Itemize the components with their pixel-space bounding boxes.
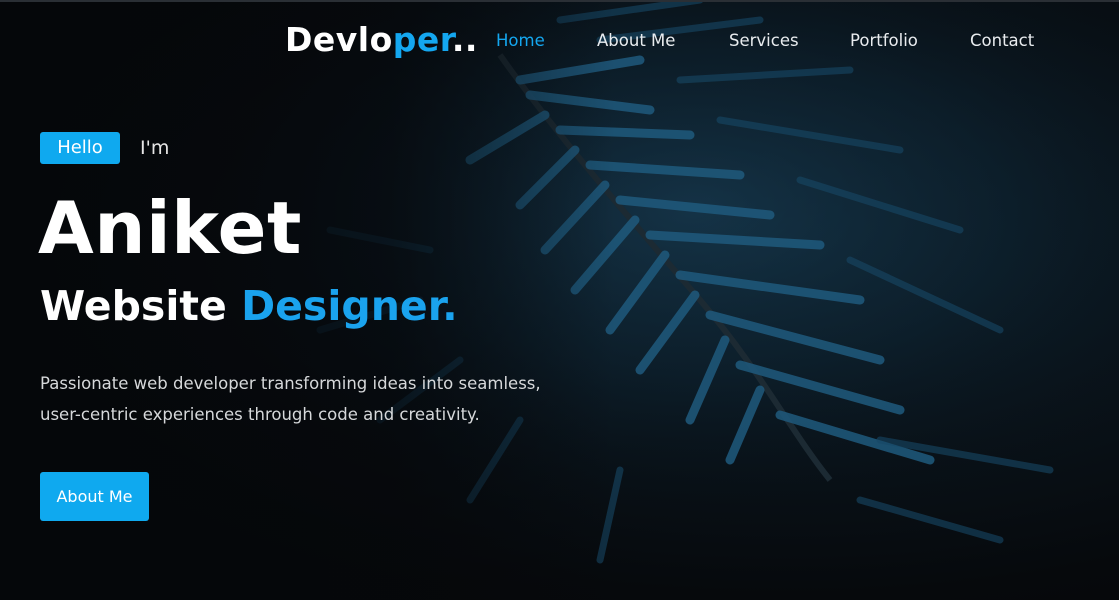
logo-text-accent: per	[392, 20, 452, 59]
nav-item-services[interactable]: Services	[729, 30, 850, 52]
nav-item-contact[interactable]: Contact	[970, 30, 1034, 52]
main-navigation: Home About Me Services Portfolio Contact	[496, 30, 1034, 52]
hero-description: Passionate web developer transforming id…	[40, 368, 600, 430]
hero-name-heading: Aniket	[38, 186, 302, 270]
nav-item-home[interactable]: Home	[496, 30, 597, 52]
hello-badge: Hello	[40, 132, 120, 164]
description-line-2: user-centric experiences through code an…	[40, 405, 480, 424]
nav-item-about-me[interactable]: About Me	[597, 30, 729, 52]
logo-text-tail: ..	[451, 20, 478, 59]
intro-text: I'm	[140, 137, 170, 159]
site-logo[interactable]: Devloper..	[285, 20, 478, 60]
nav-item-portfolio[interactable]: Portfolio	[850, 30, 970, 52]
top-border-line	[0, 0, 1119, 2]
hero-role-heading: Website Designer.	[40, 280, 458, 332]
role-prefix: Website	[40, 282, 227, 330]
role-accent: Designer.	[241, 282, 458, 330]
logo-text-main: Devlo	[285, 20, 393, 59]
description-line-1: Passionate web developer transforming id…	[40, 374, 541, 393]
about-me-button[interactable]: About Me	[40, 472, 149, 521]
hero-section: Devloper.. Home About Me Services Portfo…	[0, 0, 1119, 600]
